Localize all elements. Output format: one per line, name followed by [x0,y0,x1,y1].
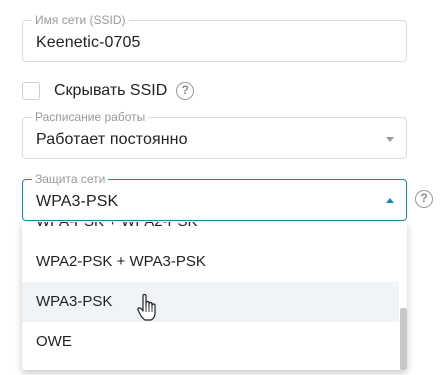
schedule-legend: Расписание работы [32,110,149,124]
security-select[interactable]: Защита сети WPA3-PSK [22,172,407,221]
hide-ssid-label: Скрывать SSID [54,82,168,99]
schedule-value: Работает постоянно [36,131,188,148]
ssid-value: Keenetic-0705 [36,34,141,51]
dropdown-scrollbar[interactable] [400,308,407,370]
ssid-legend: Имя сети (SSID) [32,13,129,27]
option-owe[interactable]: OWE [22,322,399,362]
question-circle-icon[interactable]: ? [415,190,433,208]
security-value: WPA3-PSK [36,193,119,210]
question-circle-icon[interactable]: ? [176,82,195,100]
security-options-list: WPA-PSK + WPA2-PSK WPA2-PSK + WPA3-PSK W… [22,222,407,370]
hide-ssid-row: Скрывать SSID ? [22,80,195,102]
chevron-down-icon [386,137,394,142]
option-wpa2-psk-wpa3-psk[interactable]: WPA2-PSK + WPA3-PSK [22,242,399,282]
ssid-field[interactable]: Имя сети (SSID) Keenetic-0705 [22,13,407,62]
security-legend: Защита сети [32,172,109,186]
hand-pointer-icon [137,294,156,321]
option-wpa3-psk[interactable]: WPA3-PSK [22,282,399,322]
hide-ssid-checkbox[interactable] [22,82,40,100]
schedule-select[interactable]: Расписание работы Работает постоянно [22,110,407,159]
option-wpa-psk-wpa2-psk[interactable]: WPA-PSK + WPA2-PSK [22,222,399,242]
chevron-up-icon [386,198,394,203]
